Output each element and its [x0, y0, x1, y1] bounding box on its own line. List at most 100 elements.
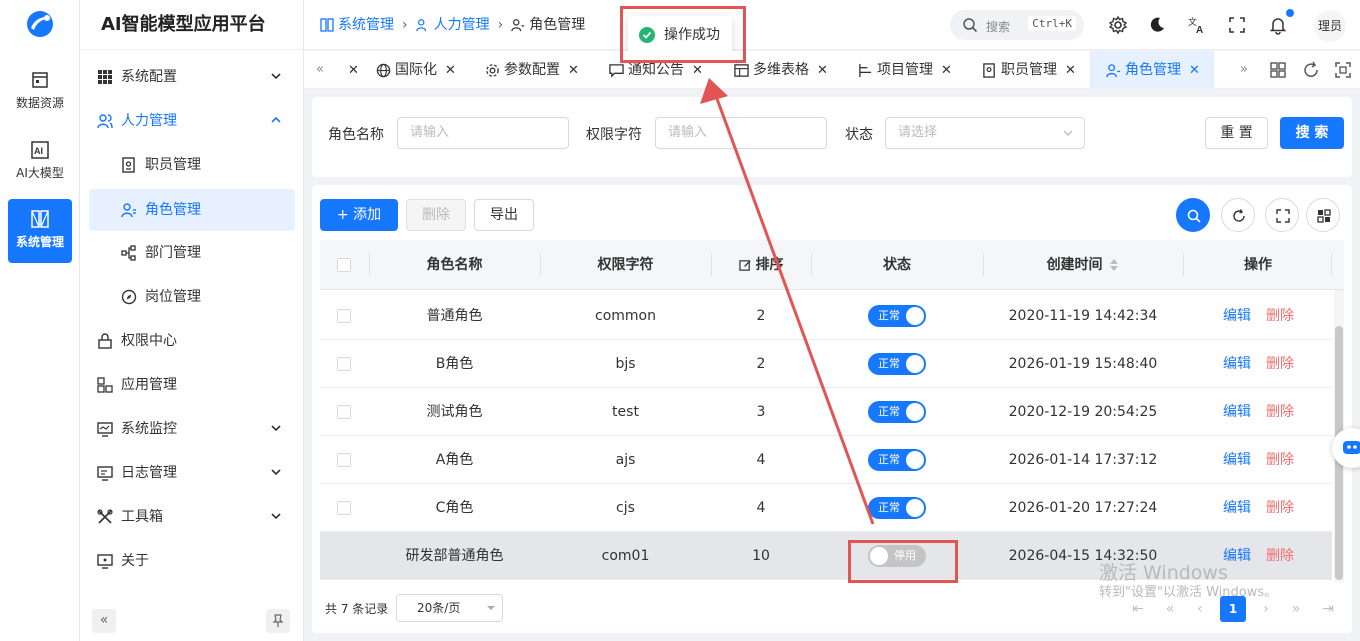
- column-settings-button[interactable]: [1306, 198, 1340, 232]
- column-status[interactable]: 状态: [811, 240, 983, 290]
- menu-item-role[interactable]: 角色管理: [89, 189, 295, 231]
- menu-item-monitor[interactable]: 系统监控: [89, 408, 295, 450]
- sidebar: AI智能模型应用平台 系统配置 人力管理 职员管理 角色管理 部门管理 岗位管理…: [80, 0, 304, 641]
- page-size-value: 20条/页: [417, 601, 461, 615]
- delete-link[interactable]: 删除: [1266, 340, 1294, 388]
- refresh-table-button[interactable]: [1221, 198, 1255, 232]
- perm-key-input[interactable]: 请输入: [655, 117, 827, 149]
- status-switch[interactable]: 正常: [868, 401, 926, 423]
- close-icon[interactable]: ✕: [445, 63, 456, 78]
- edit-link[interactable]: 编辑: [1223, 388, 1251, 436]
- menu-item-position[interactable]: 岗位管理: [89, 276, 295, 318]
- menu-item-system-config[interactable]: 系统配置: [89, 56, 295, 98]
- table-row[interactable]: B角色 bjs 2 正常 2026-01-19 15:48:40 编辑 删除: [320, 340, 1332, 388]
- tab-refresh-icon[interactable]: [1301, 60, 1321, 80]
- delete-link[interactable]: 删除: [1266, 436, 1294, 484]
- collapse-sidebar-button[interactable]: «: [92, 609, 116, 633]
- columns-icon: [1317, 209, 1331, 223]
- status-switch[interactable]: 正常: [868, 497, 926, 519]
- tab-close-leftover[interactable]: ✕: [340, 51, 359, 89]
- settings-gear-icon[interactable]: [1108, 15, 1128, 35]
- edit-link[interactable]: 编辑: [1223, 340, 1251, 388]
- add-button[interactable]: + 添加: [320, 199, 398, 231]
- menu-item-apps[interactable]: 应用管理: [89, 364, 295, 406]
- tab-scroll-right-button[interactable]: »: [1234, 60, 1254, 80]
- close-icon[interactable]: ✕: [692, 63, 703, 78]
- rail-item-ai-model[interactable]: AI AI大模型: [8, 130, 72, 194]
- close-icon[interactable]: ✕: [1065, 63, 1076, 78]
- menu-item-department[interactable]: 部门管理: [89, 232, 295, 274]
- table-row[interactable]: 普通角色 common 2 正常 2020-11-19 14:42:34 编辑 删除: [320, 292, 1332, 340]
- column-role-name[interactable]: 角色名称: [369, 240, 540, 290]
- tab-multi-table[interactable]: 多维表格 ✕: [734, 51, 828, 89]
- role-name-input[interactable]: 请输入: [397, 117, 569, 149]
- menu-item-hr[interactable]: 人力管理: [89, 100, 295, 142]
- select-all-checkbox[interactable]: [337, 258, 351, 272]
- reset-button[interactable]: 重 置: [1205, 117, 1268, 149]
- close-icon[interactable]: ✕: [348, 63, 359, 78]
- tab-scroll-left-button[interactable]: «: [310, 60, 330, 80]
- close-icon[interactable]: ✕: [568, 63, 579, 78]
- column-actions: 操作: [1244, 257, 1272, 273]
- menu-item-employee[interactable]: 职员管理: [89, 144, 295, 186]
- row-checkbox[interactable]: [337, 453, 351, 467]
- table-row[interactable]: 测试角色 test 3 正常 2020-12-19 20:54:25 编辑 删除: [320, 388, 1332, 436]
- tab-layout-icon[interactable]: [1268, 60, 1288, 80]
- fullscreen-table-button[interactable]: [1265, 198, 1299, 232]
- row-checkbox[interactable]: [337, 357, 351, 371]
- dark-mode-moon-icon[interactable]: [1147, 15, 1167, 35]
- rail-item-data-resource[interactable]: 数据资源: [8, 60, 72, 124]
- sort-caret-icon: [1110, 259, 1119, 271]
- employee-icon: [122, 157, 135, 173]
- column-perm-key[interactable]: 权限字符: [540, 240, 711, 290]
- tab-project[interactable]: 项目管理 ✕: [858, 51, 952, 89]
- edit-link[interactable]: 编辑: [1223, 292, 1251, 340]
- breadcrumb-system[interactable]: 系统管理: [320, 0, 394, 50]
- column-sort[interactable]: 排序: [711, 240, 811, 290]
- table-row[interactable]: A角色 ajs 4 正常 2026-01-14 17:37:12 编辑 删除: [320, 436, 1332, 484]
- row-checkbox[interactable]: [337, 309, 351, 323]
- status-switch[interactable]: 正常: [868, 449, 926, 471]
- menu-item-about[interactable]: 关于: [89, 540, 295, 582]
- delete-link[interactable]: 删除: [1266, 388, 1294, 436]
- menu-item-tools[interactable]: 工具箱: [89, 496, 295, 538]
- next-five-icon[interactable]: »: [1286, 596, 1306, 622]
- column-created[interactable]: 创建时间: [983, 240, 1183, 290]
- close-icon[interactable]: ✕: [817, 63, 828, 78]
- tab-employee[interactable]: 职员管理 ✕: [982, 51, 1076, 89]
- tab-role[interactable]: 角色管理 ✕: [1090, 51, 1214, 89]
- row-checkbox[interactable]: [337, 501, 351, 515]
- delete-link[interactable]: 删除: [1266, 292, 1294, 340]
- close-icon[interactable]: ✕: [941, 63, 952, 78]
- row-checkbox[interactable]: [337, 405, 351, 419]
- edit-link[interactable]: 编辑: [1223, 436, 1251, 484]
- menu-item-log[interactable]: 日志管理: [89, 452, 295, 494]
- edit-link[interactable]: 编辑: [1223, 484, 1251, 532]
- chevron-down-icon: [271, 513, 281, 520]
- rail-item-system-manage[interactable]: 系统管理: [8, 199, 72, 263]
- tab-maximize-icon[interactable]: [1333, 60, 1353, 80]
- fullscreen-icon[interactable]: [1227, 15, 1247, 35]
- menu-item-permission[interactable]: 权限中心: [89, 320, 295, 362]
- status-switch[interactable]: 正常: [868, 353, 926, 375]
- close-icon[interactable]: ✕: [1189, 63, 1200, 78]
- delete-selected-button[interactable]: 删除: [406, 199, 466, 231]
- user-avatar[interactable]: 理员: [1314, 10, 1346, 42]
- delete-link[interactable]: 删除: [1266, 484, 1294, 532]
- translate-icon[interactable]: 文A: [1187, 15, 1207, 35]
- search-button[interactable]: 搜 索: [1280, 117, 1344, 149]
- pin-sidebar-button[interactable]: [266, 609, 290, 633]
- status-select[interactable]: 请选择: [885, 117, 1085, 149]
- page-size-select[interactable]: 20条/页: [396, 594, 503, 622]
- toggle-search-button[interactable]: [1176, 198, 1210, 232]
- status-switch[interactable]: 正常: [868, 305, 926, 327]
- double-chevron-left-icon: «: [316, 62, 324, 77]
- global-search[interactable]: 搜索 Ctrl+K: [950, 10, 1084, 40]
- table-row[interactable]: C角色 cjs 4 正常 2026-01-20 17:27:24 编辑 删除: [320, 484, 1332, 532]
- breadcrumb-hr[interactable]: 人力管理: [415, 0, 490, 50]
- last-page-icon[interactable]: ⇥: [1318, 596, 1338, 622]
- tab-params[interactable]: 参数配置 ✕: [485, 51, 579, 89]
- export-button[interactable]: 导出: [474, 199, 534, 231]
- notification-bell-icon[interactable]: [1268, 15, 1288, 35]
- tab-i18n[interactable]: 国际化 ✕: [376, 51, 456, 89]
